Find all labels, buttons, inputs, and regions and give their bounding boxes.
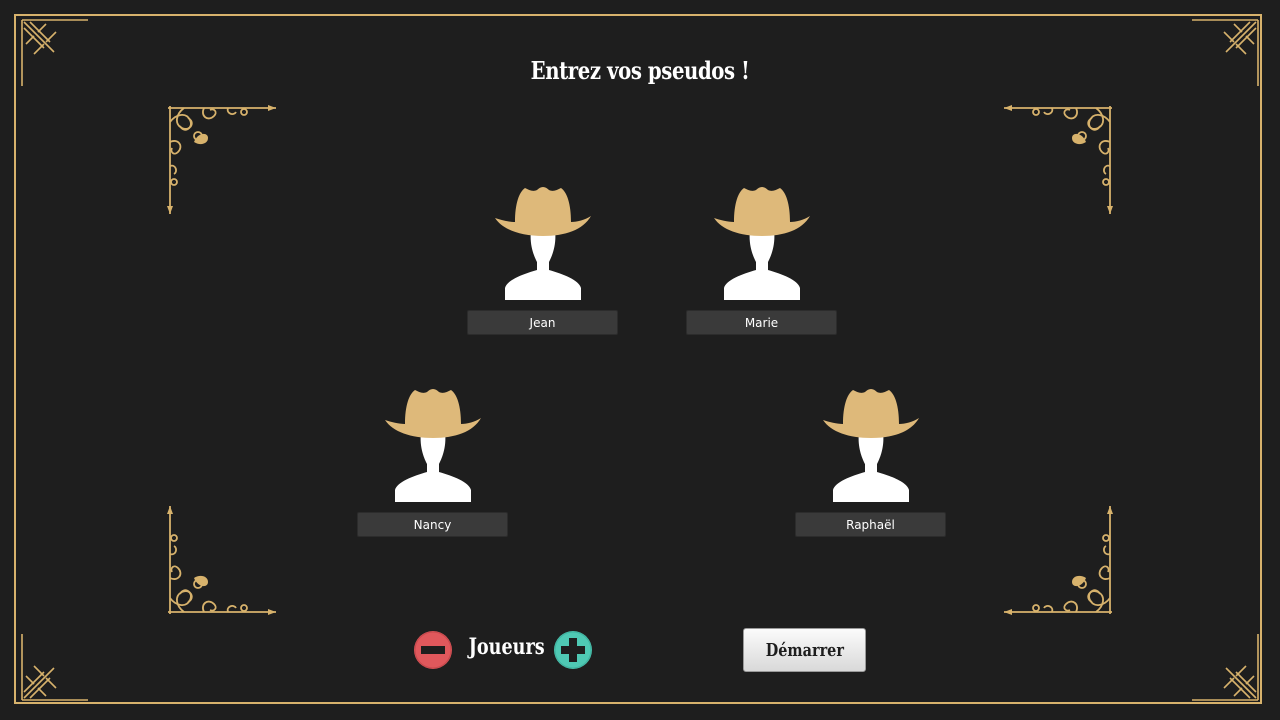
cowboy-avatar-icon bbox=[384, 389, 481, 502]
start-game-button[interactable]: Démarrer bbox=[743, 628, 866, 672]
flourish-ornament-top-right bbox=[1004, 105, 1113, 214]
flourish-ornament-bottom-left bbox=[167, 506, 276, 615]
player-slot-4 bbox=[795, 386, 946, 537]
corner-ornament-bottom-right bbox=[1192, 634, 1259, 701]
plus-icon bbox=[554, 631, 592, 669]
gold-border-frame bbox=[14, 14, 1262, 704]
corner-ornament-top-left bbox=[21, 19, 88, 86]
flourish-ornament-bottom-right bbox=[1004, 506, 1113, 615]
corner-ornament-top-right bbox=[1192, 19, 1259, 86]
player-name-input-4[interactable] bbox=[795, 512, 946, 537]
corner-ornament-bottom-left bbox=[21, 634, 88, 701]
cowboy-avatar-icon bbox=[713, 187, 810, 300]
player-slot-1 bbox=[467, 184, 618, 335]
players-label: Joueurs bbox=[468, 634, 545, 660]
player-name-input-3[interactable] bbox=[357, 512, 508, 537]
player-slot-3 bbox=[357, 386, 508, 537]
player-slot-2 bbox=[686, 184, 837, 335]
game-screen: Entrez vos pseudos ! Jean Marie Nancy Ra… bbox=[0, 0, 1280, 720]
start-game-label: Démarrer bbox=[765, 639, 844, 661]
cowboy-avatar-icon bbox=[494, 187, 591, 300]
page-title: Entrez vos pseudos ! bbox=[530, 56, 750, 85]
add-player-button[interactable] bbox=[554, 631, 592, 669]
minus-icon bbox=[414, 631, 452, 669]
cowboy-avatar-icon bbox=[822, 389, 919, 502]
flourish-ornament-top-left bbox=[167, 105, 276, 214]
player-name-input-2[interactable] bbox=[686, 310, 837, 335]
player-name-input-1[interactable] bbox=[467, 310, 618, 335]
remove-player-button[interactable] bbox=[414, 631, 452, 669]
